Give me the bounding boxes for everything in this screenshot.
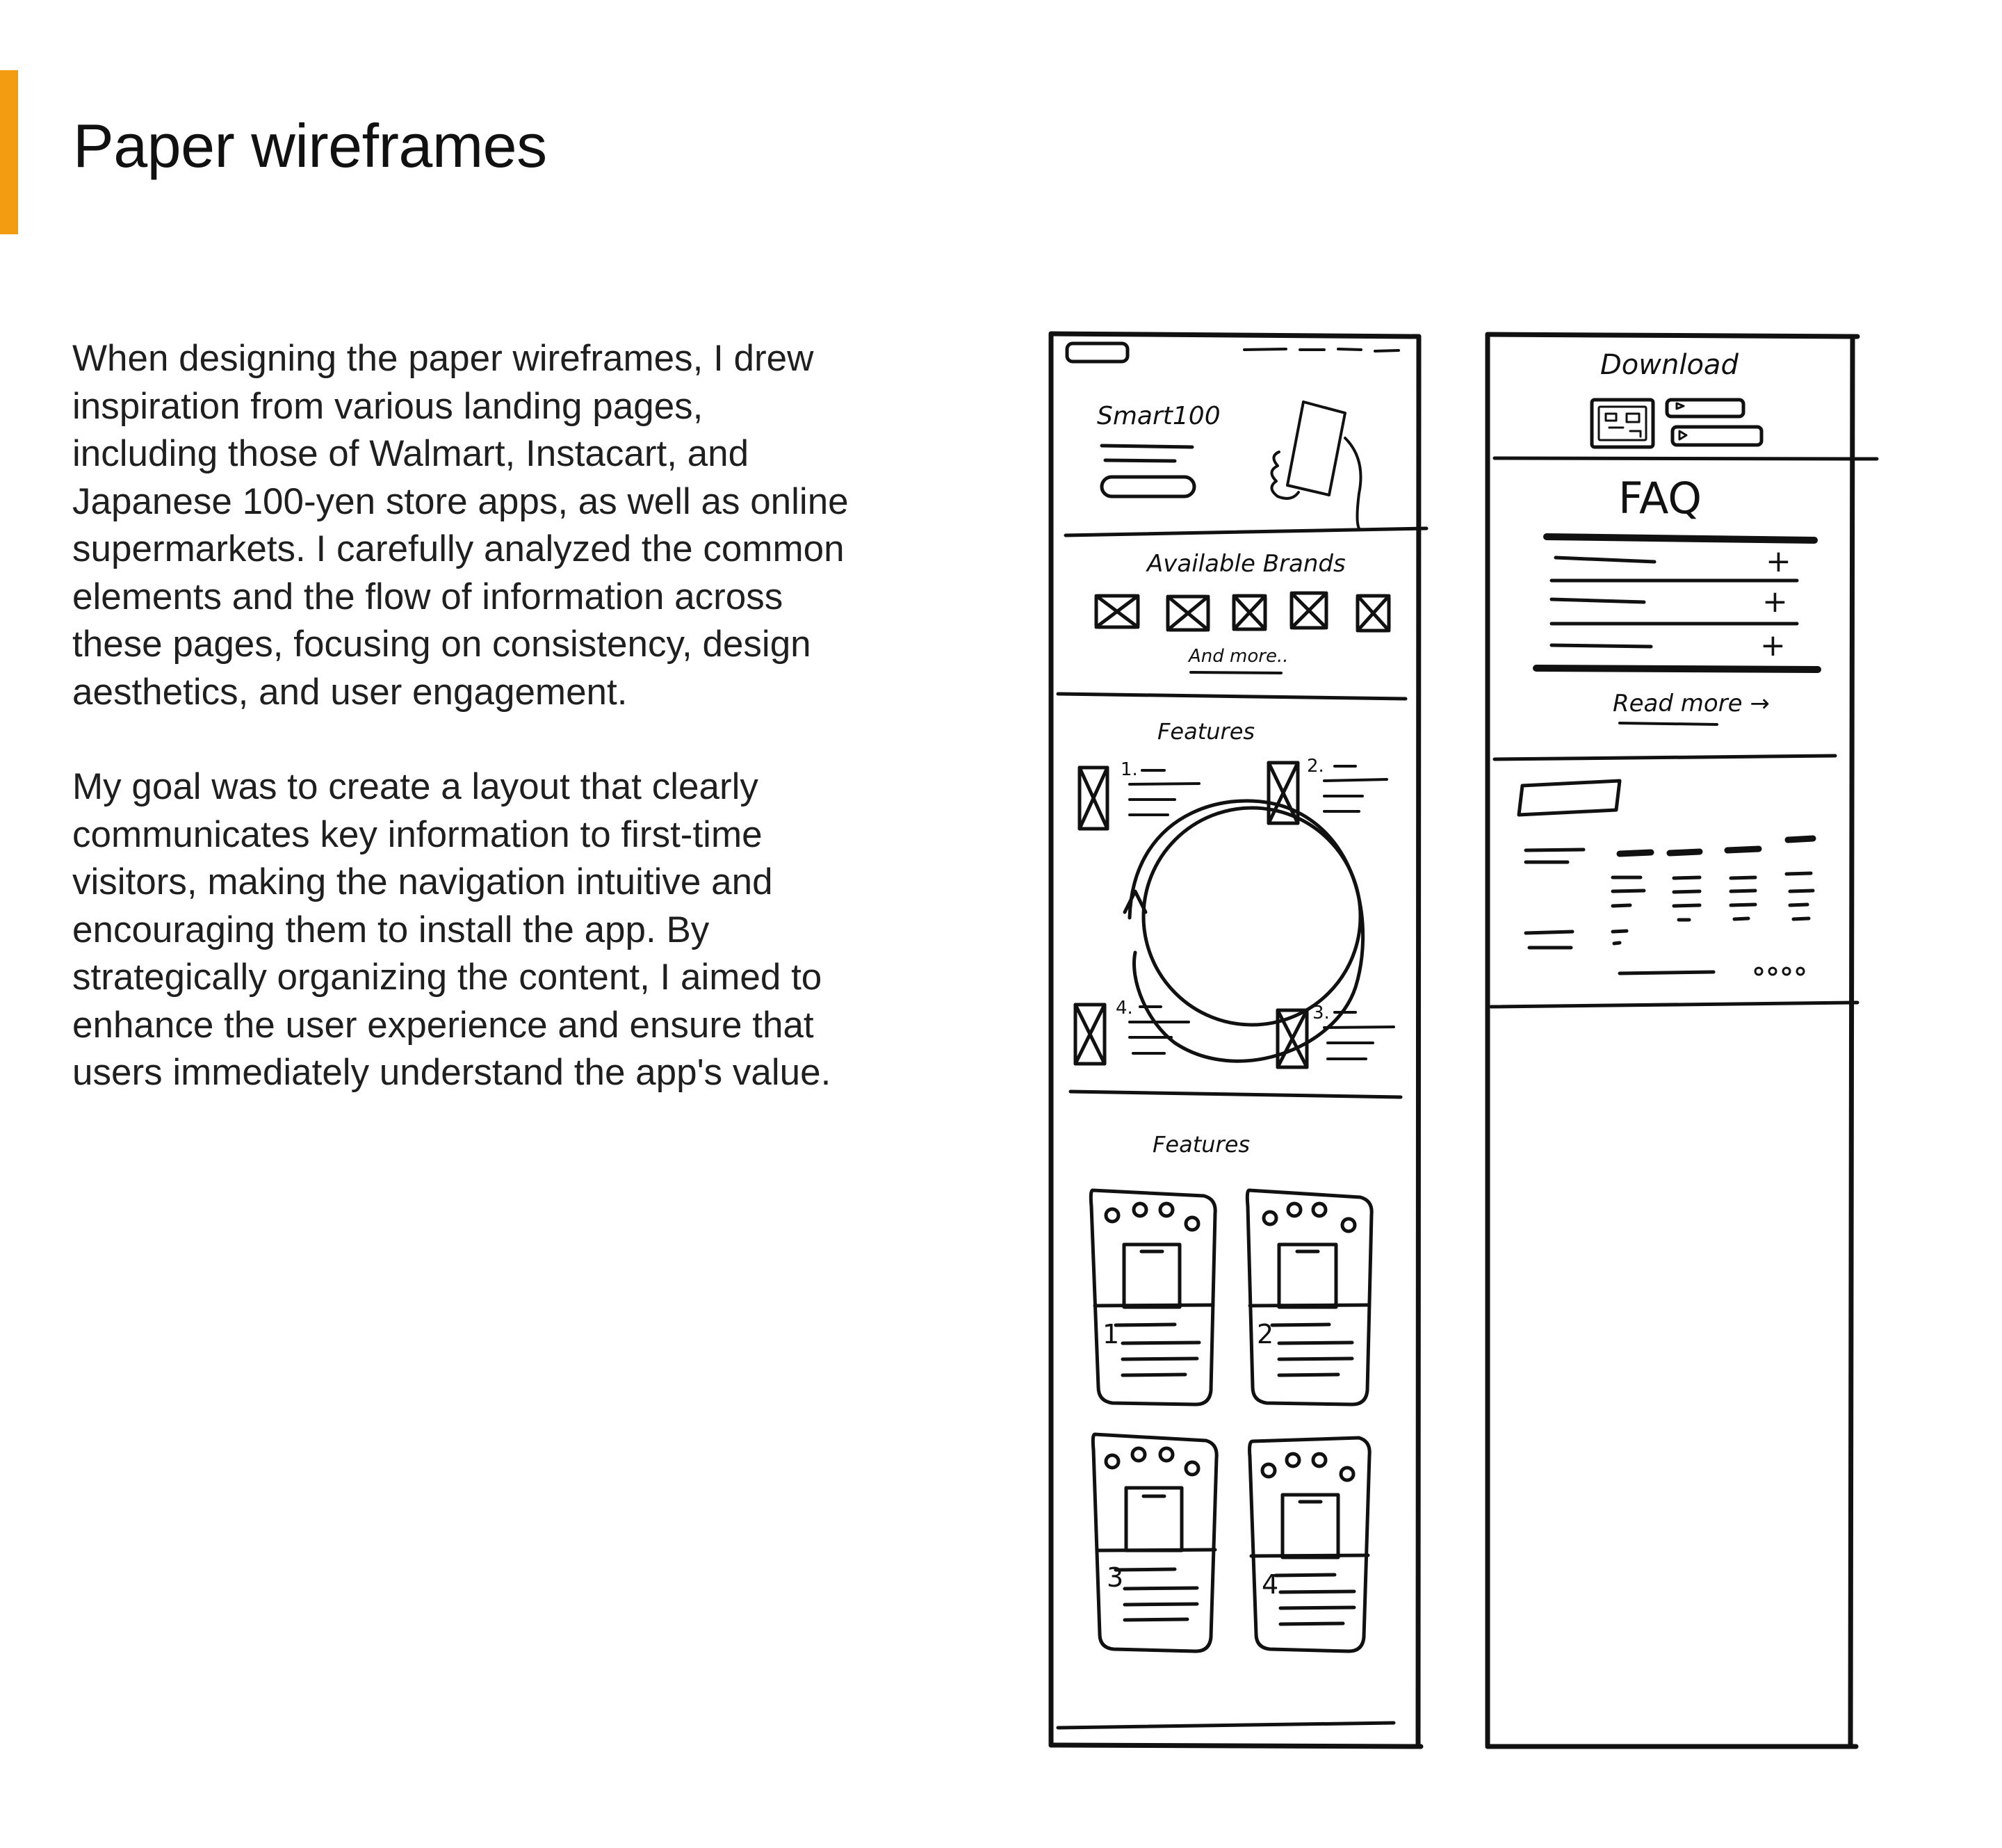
brand-name: Smart100: [1097, 402, 1221, 430]
card-num-4: 4: [1262, 1569, 1278, 1600]
feature-num-4: 4.: [1116, 998, 1133, 1019]
divider: [1064, 526, 1429, 537]
card-num-3: 3: [1107, 1562, 1123, 1593]
sketch-right-frame: [1485, 332, 1860, 1749]
faq-heading: FAQ: [1618, 473, 1702, 524]
feature-card-1: [1089, 1188, 1217, 1407]
app-store-buttons: [1665, 398, 1764, 447]
feature-card-4: [1248, 1436, 1372, 1653]
faq-plus-3[interactable]: +: [1760, 628, 1786, 663]
hero-lines: [1100, 444, 1196, 499]
feature-cards: [1089, 1188, 1374, 1653]
brand-image-placeholders: [1094, 591, 1391, 633]
feature-card-3: [1091, 1432, 1219, 1653]
wireframe-sketch: Smart100 Available Brands And more.. Fea…: [1048, 331, 1879, 1749]
download-heading: Download: [1600, 349, 1739, 381]
qr-code-icon: [1590, 398, 1655, 449]
divider: [1489, 1000, 1859, 1009]
feature-text-lines: [1128, 765, 1395, 1060]
nav-lines: [1243, 348, 1400, 352]
divider: [1068, 1089, 1403, 1099]
footer-logo-shape: [1517, 779, 1622, 817]
footer-link-lines: [1524, 835, 1816, 975]
divider: [1492, 754, 1837, 761]
feature-card-2: [1245, 1188, 1374, 1407]
features-heading-1: Features: [1157, 718, 1255, 745]
divider: [1056, 692, 1408, 701]
brands-heading: Available Brands: [1146, 550, 1346, 578]
card-num-1: 1: [1102, 1319, 1119, 1349]
feature-num-1: 1.: [1121, 759, 1138, 780]
features-heading-2: Features: [1153, 1131, 1250, 1158]
phone-in-hand-icon: [1270, 400, 1362, 530]
divider: [1056, 1721, 1396, 1730]
faq-plus-2[interactable]: +: [1762, 584, 1788, 619]
faq-plus-1[interactable]: +: [1766, 544, 1791, 579]
feature-num-3: 3.: [1312, 1003, 1330, 1023]
read-more-link[interactable]: Read more →: [1613, 690, 1770, 718]
logo-shape: [1065, 341, 1130, 364]
and-more-link[interactable]: And more..: [1187, 646, 1288, 667]
card-num-2: 2: [1257, 1319, 1273, 1349]
divider: [1492, 456, 1879, 461]
pagination-dots: [1754, 966, 1805, 976]
feature-num-2: 2.: [1307, 756, 1324, 777]
